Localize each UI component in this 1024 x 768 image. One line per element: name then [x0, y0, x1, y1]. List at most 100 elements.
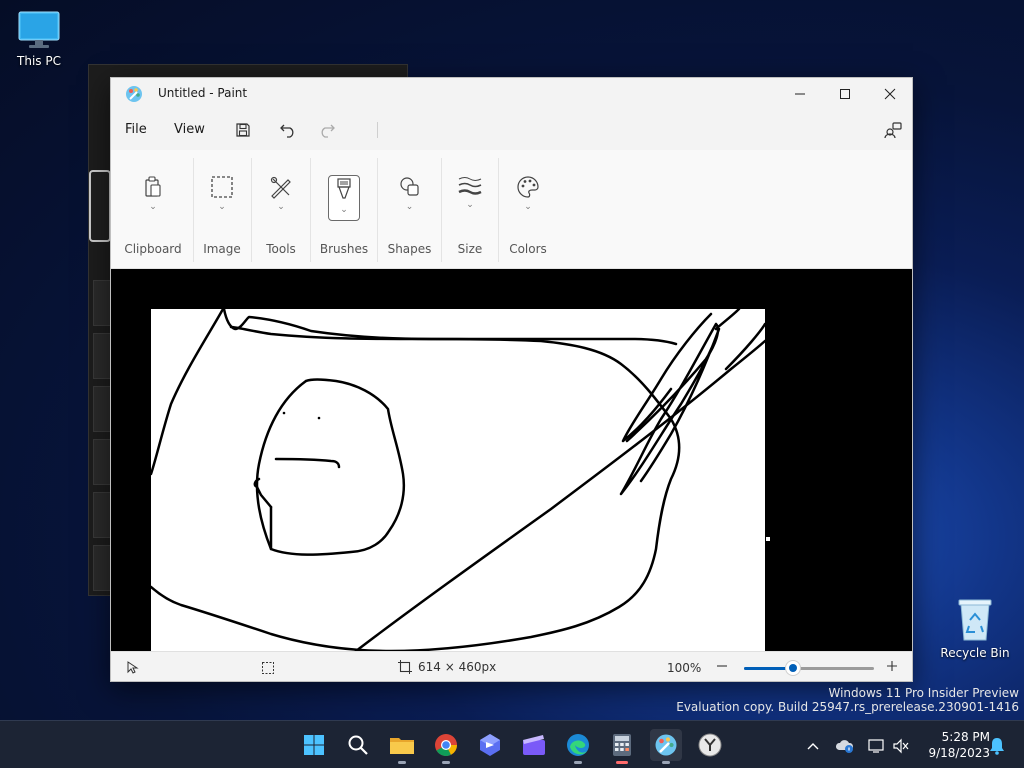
taskbar-clock-app[interactable] — [694, 729, 726, 761]
save-button[interactable] — [232, 119, 254, 141]
ribbon-separator — [251, 158, 252, 262]
taskbar-calculator[interactable] — [606, 729, 638, 764]
size-button[interactable]: ⌄ — [454, 175, 486, 221]
clipchamp-icon — [523, 735, 545, 755]
onedrive-tray-button[interactable] — [834, 735, 856, 757]
background-window-row[interactable] — [93, 545, 111, 591]
undo-button[interactable] — [277, 119, 299, 141]
close-button[interactable] — [867, 78, 912, 110]
clock-time: 5:28 PM — [941, 730, 990, 744]
network-tray-button[interactable] — [866, 735, 888, 757]
start-button[interactable] — [298, 729, 330, 761]
show-hidden-icons-button[interactable] — [802, 735, 824, 757]
selection-size — [261, 661, 275, 678]
notifications-button[interactable] — [986, 735, 1008, 757]
minimize-icon — [795, 93, 805, 95]
canvas-area[interactable] — [111, 269, 912, 651]
ribbon-group-size[interactable]: ⌄ Size — [443, 150, 497, 269]
menu-view[interactable]: View — [174, 122, 205, 137]
background-window-row[interactable] — [93, 386, 111, 432]
clipboard-button[interactable]: ⌄ — [137, 175, 169, 221]
chevron-down-icon: ⌄ — [466, 200, 474, 210]
ribbon-group-clipboard[interactable]: ⌄ Clipboard — [121, 150, 185, 269]
ribbon: ⌄ Clipboard ⌄ Image ⌄ Tools ⌄ Brushes ⌄ … — [111, 150, 912, 269]
chevron-down-icon: ⌄ — [524, 202, 532, 212]
background-window-row[interactable] — [93, 439, 111, 485]
chevron-down-icon: ⌄ — [340, 205, 348, 215]
taskbar-paint[interactable] — [650, 729, 682, 764]
redo-button[interactable] — [316, 119, 338, 141]
network-icon — [868, 739, 884, 753]
maximize-button[interactable] — [822, 78, 868, 110]
running-indicator — [662, 761, 670, 764]
taskbar-file-explorer[interactable] — [386, 729, 418, 764]
background-window-row[interactable] — [93, 333, 111, 379]
taskbar-edge[interactable] — [562, 729, 594, 764]
ribbon-group-label: Colors — [509, 242, 547, 256]
running-indicator — [616, 761, 628, 764]
drawing-canvas[interactable] — [151, 309, 765, 651]
zoom-out-button[interactable] — [715, 659, 731, 675]
save-icon — [236, 123, 250, 137]
taskbar-clock[interactable]: 5:28 PM 9/18/2023 — [920, 729, 990, 761]
close-icon — [884, 88, 896, 100]
ribbon-group-shapes[interactable]: ⌄ Shapes — [379, 150, 440, 269]
calculator-icon — [613, 734, 631, 756]
ribbon-group-label: Clipboard — [124, 242, 182, 256]
minimize-button[interactable] — [777, 78, 823, 110]
title-bar[interactable]: Untitled - Paint — [111, 78, 912, 110]
search-button[interactable] — [342, 729, 374, 761]
brush-button[interactable]: ⌄ — [328, 175, 360, 221]
taskbar-app[interactable] — [474, 729, 506, 761]
taskbar-chrome[interactable] — [430, 729, 462, 764]
minus-icon — [717, 665, 727, 667]
watermark-line: Evaluation copy. Build 25947.rs_prerelea… — [676, 700, 1019, 714]
background-window-row[interactable] — [93, 492, 111, 538]
account-icon — [884, 122, 902, 139]
running-indicator — [398, 761, 406, 764]
background-window-row[interactable] — [93, 280, 111, 326]
clock-date: 9/18/2023 — [928, 746, 990, 760]
ribbon-group-label: Image — [203, 242, 241, 256]
palette-icon — [517, 176, 539, 198]
shapes-button[interactable]: ⌄ — [394, 175, 426, 221]
taskbar-clipchamp[interactable] — [518, 729, 550, 761]
menu-file[interactable]: File — [125, 122, 147, 137]
clock-app-icon — [698, 733, 722, 757]
volume-tray-button[interactable] — [890, 735, 912, 757]
ribbon-group-label: Size — [457, 242, 483, 256]
ribbon-group-brushes[interactable]: ⌄ Brushes — [312, 150, 376, 269]
canvas-size-icon — [398, 660, 412, 674]
zoom-slider-thumb[interactable] — [786, 661, 800, 675]
ribbon-group-colors[interactable]: ⌄ Colors — [500, 150, 556, 269]
account-button[interactable] — [882, 119, 904, 141]
chevron-down-icon: ⌄ — [277, 202, 285, 212]
edge-icon — [567, 734, 589, 756]
start-icon — [304, 735, 324, 755]
background-window-selected-item[interactable] — [89, 170, 111, 242]
zoom-in-button[interactable] — [885, 659, 901, 675]
paint-app-icon — [126, 86, 142, 102]
brush-icon — [337, 178, 351, 199]
running-indicator — [442, 761, 450, 764]
desktop-icon-recycle-bin[interactable]: Recycle Bin — [940, 598, 1010, 660]
paint-window[interactable]: Untitled - Paint File View ⌄ Clipboard ⌄… — [110, 77, 913, 682]
tools-button[interactable]: ⌄ — [265, 175, 297, 221]
toolbar-separator — [377, 122, 378, 138]
taskbar: 5:28 PM 9/18/2023 — [0, 720, 1024, 768]
canvas-size-label: 614 × 460px — [418, 660, 497, 674]
chevron-down-icon: ⌄ — [405, 202, 414, 212]
desktop-icon-label: This PC — [17, 54, 61, 68]
tools-icon — [270, 176, 291, 199]
canvas-resize-handle[interactable] — [766, 537, 770, 541]
chevron-down-icon: ⌄ — [218, 202, 226, 212]
app-icon — [480, 734, 500, 756]
desktop-icon-this-pc[interactable]: This PC — [4, 10, 74, 68]
cursor-icon — [127, 661, 139, 674]
colors-button[interactable]: ⌄ — [512, 175, 544, 221]
zoom-level[interactable]: 100% — [667, 661, 701, 675]
redo-icon — [321, 124, 335, 138]
selection-button[interactable]: ⌄ — [206, 175, 238, 221]
ribbon-group-tools[interactable]: ⌄ Tools — [253, 150, 309, 269]
ribbon-group-image[interactable]: ⌄ Image — [195, 150, 249, 269]
